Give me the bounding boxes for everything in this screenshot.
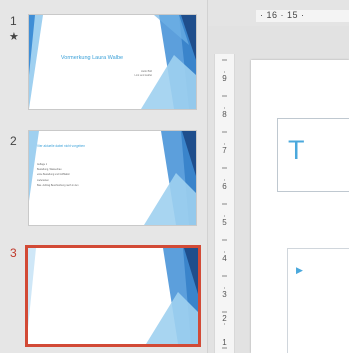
horizontal-ruler-numbers: · 16 · 15 ·	[260, 10, 305, 20]
slide-thumbnail-1[interactable]: Vormerkung Laura Walbe Hello Bild Link a…	[28, 14, 197, 110]
slide-1-subtitle-line-2: Link and leaflet	[134, 74, 152, 77]
slide-1-title: Vormerkung Laura Walbe	[60, 55, 124, 61]
slide-number-1: 1	[10, 14, 17, 28]
vertical-ruler-number: 7	[222, 146, 227, 155]
slide-2-bullet: Lieferanten	[37, 179, 49, 182]
bullet-arrow-icon: ▶	[296, 265, 303, 275]
slide-number-2: 2	[10, 134, 17, 148]
animation-star-icon: ★	[9, 31, 19, 43]
vertical-ruler-number: 2	[222, 314, 227, 323]
content-placeholder[interactable]: ▶	[287, 248, 349, 353]
slide-thumbnail-3-selected[interactable]	[25, 245, 201, 347]
slide-1-theme-graphic	[29, 15, 196, 109]
vertical-ruler-ticks	[222, 59, 227, 349]
slide-3-theme-graphic	[28, 248, 198, 344]
slide-editor[interactable]: · 16 · 15 · 9 8 7 6 5 4 3 2 1 T ▶	[208, 0, 349, 353]
powerpoint-window: 1 ★ Vormerkung Laura Walbe Hello Bild Li…	[0, 0, 349, 353]
vertical-ruler-number: 6	[222, 182, 227, 191]
slide-1-subtitle-line-1: Hello Bild	[141, 70, 152, 73]
slide-2-bullet: erste Bestellung und Grifffaktor	[37, 173, 70, 176]
slide-2-title: Vier aktuelle dabei nicht vorgeben	[37, 144, 85, 148]
slide-2-bullet: Bestellung, Wasserbau	[37, 168, 62, 171]
slide-number-3: 3	[10, 246, 17, 260]
vertical-ruler: 9 8 7 6 5 4 3 2 1	[214, 54, 235, 353]
vertical-ruler-number: 1	[222, 338, 227, 347]
slide-2-bullet: Bau. Auftrag Beschreibung nach in den	[37, 184, 79, 187]
vertical-ruler-number: 5	[222, 218, 227, 227]
slide-thumbnail-pane[interactable]: 1 ★ Vormerkung Laura Walbe Hello Bild Li…	[0, 0, 208, 353]
vertical-ruler-number: 9	[222, 74, 227, 83]
vertical-ruler-number: 4	[222, 254, 227, 263]
slide-2-bullet: Auflage 1	[37, 163, 48, 166]
title-placeholder-text: T	[288, 135, 305, 165]
slide-thumbnail-2[interactable]: Vier aktuelle dabei nicht vorgeben Aufla…	[28, 130, 197, 226]
horizontal-ruler: · 16 · 15 ·	[208, 0, 349, 26]
vertical-ruler-number: 3	[222, 290, 227, 299]
title-placeholder[interactable]: T	[277, 118, 349, 192]
vertical-ruler-number: 8	[222, 110, 227, 119]
